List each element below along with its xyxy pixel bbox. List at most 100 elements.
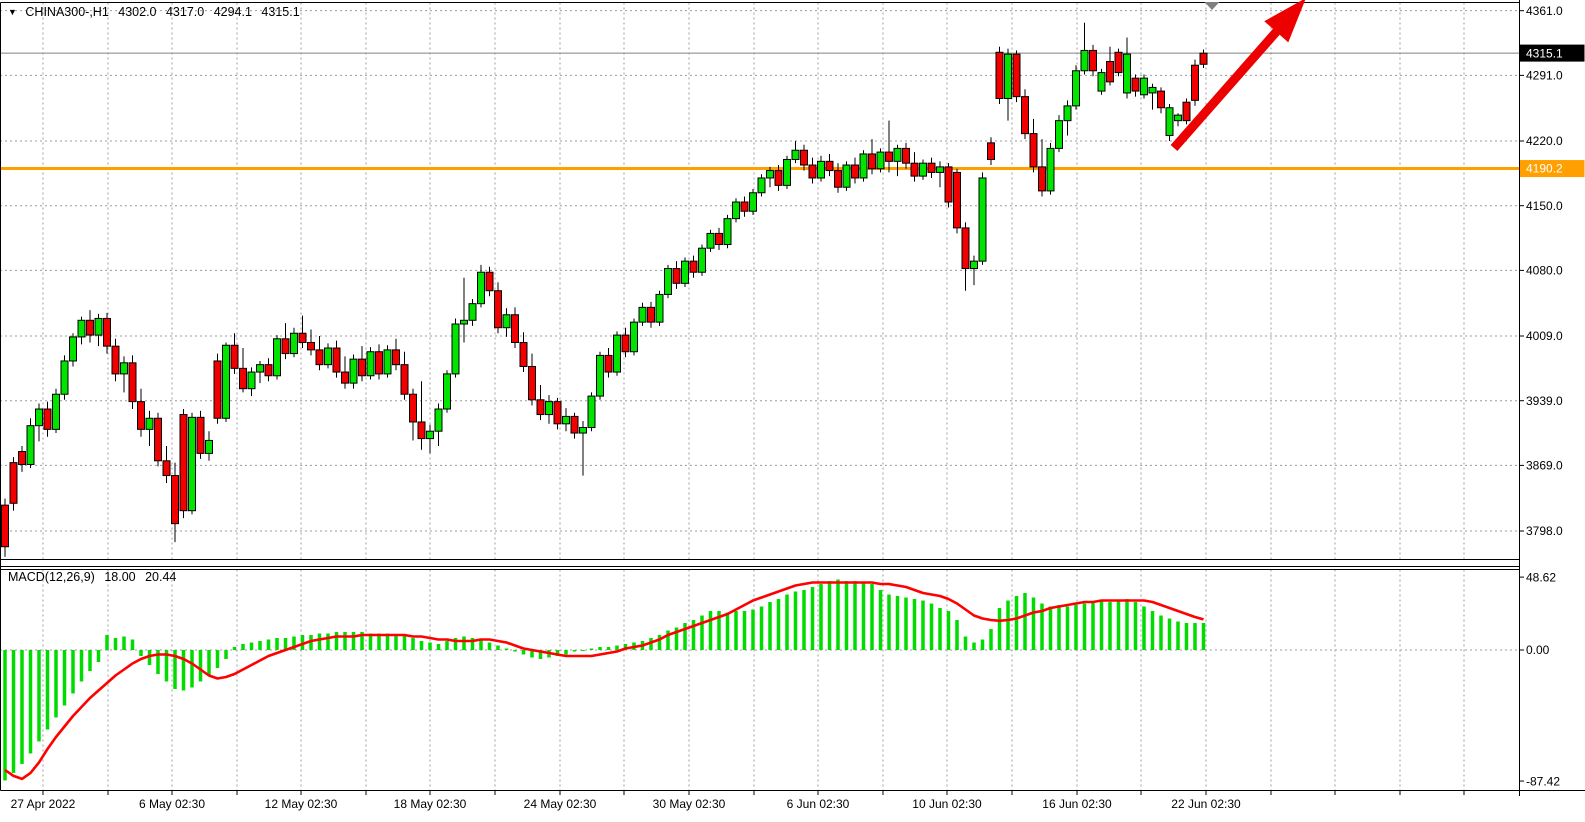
macd-bar [1125,599,1129,650]
macd-bar [513,650,517,651]
candle-bull [367,352,374,376]
macd-bar [1100,601,1104,650]
candle-bull [206,440,213,453]
candle-bear [716,233,723,244]
macd-bar [318,634,322,650]
macd-bar [428,643,432,650]
candle-bear [1115,52,1122,72]
price-tick-label: 3869.0 [1526,459,1563,473]
macd-bar [734,611,738,650]
macd-bar [981,640,985,650]
candle-bull [452,324,459,374]
macd-bar [904,598,908,650]
candle-bull [877,152,884,169]
price-tick-label: 4291.0 [1526,69,1563,83]
candle-bear [163,461,170,476]
candle-bull [146,418,153,429]
symbol-ohlc-header: ▼ CHINA300-,H1 4302.0 4317.0 4294.1 4315… [8,5,306,19]
macd-bar [955,620,959,650]
macd-bar [445,641,449,650]
macd-bar [182,650,186,690]
time-tick-label: 30 May 02:30 [653,797,726,811]
macd-bar [394,635,398,650]
candle-bear [401,365,408,395]
candle-bull [1064,106,1071,121]
candle-bear [333,348,340,372]
ohlc-open-value: 4302.0 [118,5,156,19]
candle-bull [1081,50,1088,70]
trend-arrow-shaft [1174,27,1280,148]
macd-bar [462,637,466,650]
candle-bull [291,333,298,353]
macd-bar [1108,602,1112,650]
candle-bull [614,335,621,372]
macd-bar [972,643,976,650]
price-tick-label: 4361.0 [1526,4,1563,18]
macd-bar [1049,607,1053,650]
macd-bar [768,602,772,650]
candle-bull [121,363,128,374]
candle-bear [138,402,145,430]
candle-bear [690,261,697,272]
macd-bar [488,643,492,650]
candle-bull [461,320,468,324]
candle-bear [486,272,493,290]
macd-bar [97,650,101,662]
macd-bar [1074,605,1078,650]
macd-bar [743,611,747,650]
macd-bar [870,584,874,650]
chart-canvas[interactable]: 4361.04291.04220.04150.04080.04009.03939… [0,0,1585,822]
macd-bar [403,635,407,650]
macd-bar [411,638,415,650]
candle-bear [554,402,561,424]
macd-bar [326,634,330,650]
macd-bar [241,644,245,650]
price-tick-label: 4150.0 [1526,199,1563,213]
candle-bull [860,154,867,178]
macd-bar [1006,601,1010,650]
candle-bull [469,304,476,321]
macd-bar [114,638,118,650]
candle-bull [665,269,672,295]
candle-bear [945,167,952,202]
macd-bar [1168,619,1172,650]
candle-bear [265,365,272,376]
candle-bull [818,161,825,178]
candle-bull [597,355,604,396]
macd-bar [63,650,67,705]
candle-bear [240,368,247,388]
candle-bear [809,165,816,178]
candle-bull [631,322,638,352]
ohlc-low-value: 4294.1 [214,5,252,19]
candle-bear [172,476,179,524]
candle-bull [784,159,791,185]
candle-bull [1047,148,1054,191]
macd-bar [1134,602,1138,650]
candle-bear [1132,78,1139,91]
macd-tick-label: 0.00 [1526,643,1550,657]
candle-bull [435,409,442,431]
macd-bar [938,608,942,650]
macd-bar [275,638,279,650]
macd-bar [207,650,211,675]
candle-bear [316,350,323,365]
macd-bar [479,640,483,650]
candle-bull [248,372,255,389]
candle-bull [724,219,731,245]
candle-bear [393,350,400,365]
candle-bear [1013,54,1020,97]
macd-bar [437,644,441,650]
macd-bar [751,610,755,650]
candle-bear [520,342,527,366]
candle-bull [78,320,85,337]
macd-bar [54,650,58,717]
macd-bar [224,650,228,659]
candle-bull [1073,71,1080,106]
macd-bar [887,595,891,650]
macd-bar [71,650,75,693]
candle-bull [979,178,986,261]
macd-bar [190,650,194,687]
macd-bar [989,629,993,650]
macd-bar [819,584,823,650]
candle-bull [588,396,595,427]
